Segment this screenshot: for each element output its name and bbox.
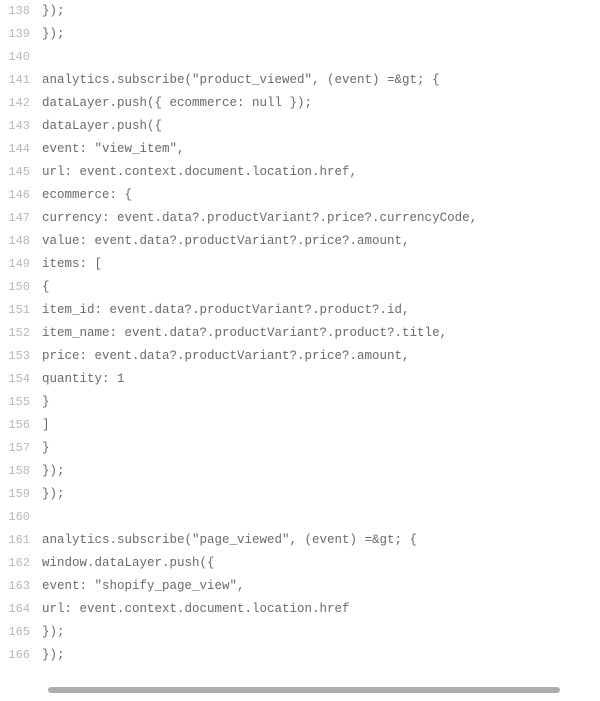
- line-number: 147: [0, 207, 42, 230]
- line-content: });: [42, 621, 65, 644]
- code-line: 139});: [0, 23, 600, 46]
- line-number: 151: [0, 299, 42, 322]
- line-content: url: event.context.document.location.hre…: [42, 598, 350, 621]
- code-line: 160: [0, 506, 600, 529]
- code-line: 157}: [0, 437, 600, 460]
- line-number: 152: [0, 322, 42, 345]
- code-line: 154quantity: 1: [0, 368, 600, 391]
- line-number: 146: [0, 184, 42, 207]
- code-line: 152item_name: event.data?.productVariant…: [0, 322, 600, 345]
- line-content: });: [42, 460, 65, 483]
- code-line: 148value: event.data?.productVariant?.pr…: [0, 230, 600, 253]
- line-number: 158: [0, 460, 42, 483]
- code-line: 155}: [0, 391, 600, 414]
- code-line: 147currency: event.data?.productVariant?…: [0, 207, 600, 230]
- line-number: 141: [0, 69, 42, 92]
- code-line: 162window.dataLayer.push({: [0, 552, 600, 575]
- line-content: dataLayer.push({ ecommerce: null });: [42, 92, 312, 115]
- line-number: 142: [0, 92, 42, 115]
- line-number: 162: [0, 552, 42, 575]
- code-line: 165});: [0, 621, 600, 644]
- line-content: });: [42, 644, 65, 667]
- line-content: url: event.context.document.location.hre…: [42, 161, 357, 184]
- line-number: 163: [0, 575, 42, 598]
- line-number: 164: [0, 598, 42, 621]
- line-number: 155: [0, 391, 42, 414]
- line-content: });: [42, 483, 65, 506]
- code-line: 166});: [0, 644, 600, 667]
- code-line: 158});: [0, 460, 600, 483]
- line-content: value: event.data?.productVariant?.price…: [42, 230, 410, 253]
- code-line: 141analytics.subscribe("product_viewed",…: [0, 69, 600, 92]
- line-content: event: "view_item",: [42, 138, 185, 161]
- code-line: 156]: [0, 414, 600, 437]
- code-line: 145url: event.context.document.location.…: [0, 161, 600, 184]
- line-number: 150: [0, 276, 42, 299]
- code-line: 138});: [0, 0, 600, 23]
- line-content: currency: event.data?.productVariant?.pr…: [42, 207, 477, 230]
- line-number: 138: [0, 0, 42, 23]
- line-content: ]: [42, 414, 50, 437]
- line-number: 166: [0, 644, 42, 667]
- line-content: item_id: event.data?.productVariant?.pro…: [42, 299, 410, 322]
- line-number: 149: [0, 253, 42, 276]
- code-viewer: 138});139});140141analytics.subscribe("p…: [0, 0, 600, 701]
- code-line: 140: [0, 46, 600, 69]
- line-content: quantity: 1: [42, 368, 125, 391]
- line-content: dataLayer.push({: [42, 115, 162, 138]
- line-number: 145: [0, 161, 42, 184]
- line-number: 143: [0, 115, 42, 138]
- line-content: analytics.subscribe("page_viewed", (even…: [42, 529, 417, 552]
- line-number: 156: [0, 414, 42, 437]
- line-content: event: "shopify_page_view",: [42, 575, 245, 598]
- line-content: analytics.subscribe("product_viewed", (e…: [42, 69, 440, 92]
- line-number: 148: [0, 230, 42, 253]
- line-content: {: [42, 276, 50, 299]
- code-line: 150{: [0, 276, 600, 299]
- code-line: 143dataLayer.push({: [0, 115, 600, 138]
- horizontal-scrollbar-track[interactable]: [48, 687, 560, 693]
- code-line: 151item_id: event.data?.productVariant?.…: [0, 299, 600, 322]
- line-content: window.dataLayer.push({: [42, 552, 215, 575]
- line-number: 160: [0, 506, 42, 529]
- line-number: 139: [0, 23, 42, 46]
- code-line: 146ecommerce: {: [0, 184, 600, 207]
- line-content: });: [42, 23, 65, 46]
- code-line: 144event: "view_item",: [0, 138, 600, 161]
- code-line: 153price: event.data?.productVariant?.pr…: [0, 345, 600, 368]
- line-number: 153: [0, 345, 42, 368]
- line-content: }: [42, 391, 50, 414]
- line-number: 154: [0, 368, 42, 391]
- line-number: 140: [0, 46, 42, 69]
- line-content: ecommerce: {: [42, 184, 132, 207]
- code-line: 149items: [: [0, 253, 600, 276]
- line-content: }: [42, 437, 50, 460]
- code-line: 142dataLayer.push({ ecommerce: null });: [0, 92, 600, 115]
- horizontal-scrollbar-thumb[interactable]: [48, 687, 560, 693]
- code-line: 161analytics.subscribe("page_viewed", (e…: [0, 529, 600, 552]
- line-number: 157: [0, 437, 42, 460]
- code-line: 159});: [0, 483, 600, 506]
- line-number: 165: [0, 621, 42, 644]
- code-line: 164url: event.context.document.location.…: [0, 598, 600, 621]
- line-number: 159: [0, 483, 42, 506]
- code-line: 163event: "shopify_page_view",: [0, 575, 600, 598]
- line-content: price: event.data?.productVariant?.price…: [42, 345, 410, 368]
- line-content: item_name: event.data?.productVariant?.p…: [42, 322, 447, 345]
- line-number: 161: [0, 529, 42, 552]
- line-content: items: [: [42, 253, 102, 276]
- line-content: });: [42, 0, 65, 23]
- line-number: 144: [0, 138, 42, 161]
